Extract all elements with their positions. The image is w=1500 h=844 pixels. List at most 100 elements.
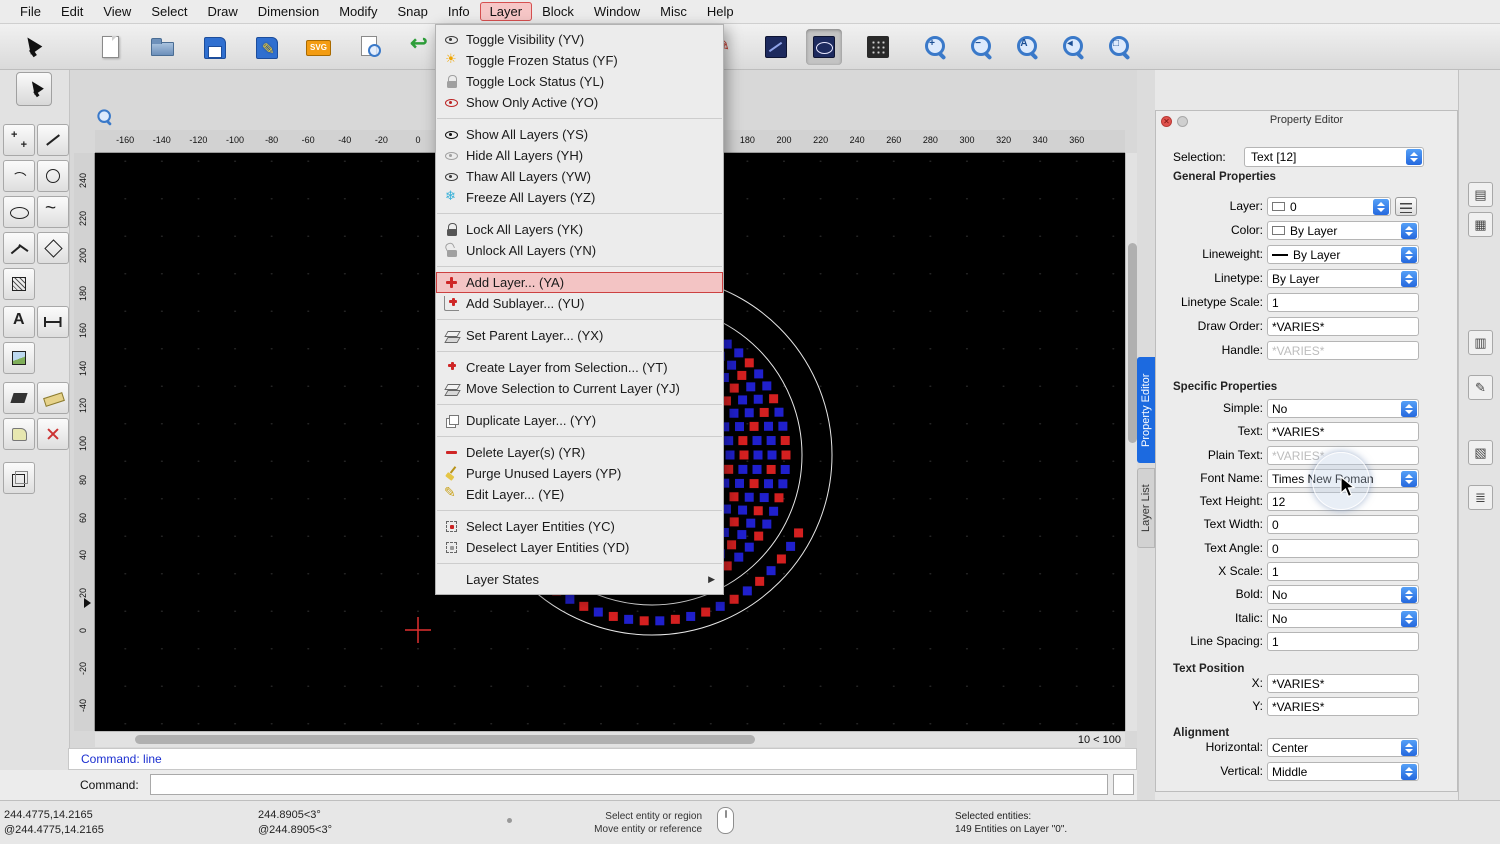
menu-item-layer-states[interactable]: Layer States▶	[436, 569, 723, 590]
menu-item-create-layer-from-selection-yt[interactable]: Create Layer from Selection... (YT)	[436, 357, 723, 378]
pointer-tool-button[interactable]	[16, 72, 52, 106]
property-field-y[interactable]: *VARIES*	[1267, 697, 1419, 716]
menu-item-move-selection-to-current-layer-yj[interactable]: Move Selection to Current Layer (YJ)	[436, 378, 723, 399]
selection-tool-button[interactable]	[12, 29, 48, 65]
horizontal-scrollbar-thumb[interactable]	[135, 735, 755, 744]
menubar-item-help[interactable]: Help	[697, 2, 744, 21]
menubar-item-view[interactable]: View	[93, 2, 141, 21]
text-tool-button[interactable]	[3, 306, 35, 338]
menubar-item-dimension[interactable]: Dimension	[248, 2, 329, 21]
property-field-line-spacing[interactable]: 1	[1267, 632, 1419, 651]
modify-tool-button[interactable]	[37, 418, 69, 450]
tab-layer-list[interactable]: Layer List	[1137, 468, 1155, 548]
shape-tool-button[interactable]	[3, 418, 35, 450]
menubar-item-block[interactable]: Block	[532, 2, 584, 21]
menu-item-select-layer-entities-yc[interactable]: Select Layer Entities (YC)	[436, 516, 723, 537]
property-field-x[interactable]: *VARIES*	[1267, 674, 1419, 693]
ruler-zoom-icon[interactable]	[96, 108, 114, 129]
menu-item-toggle-frozen-status-yf[interactable]: Toggle Frozen Status (YF)	[436, 50, 723, 71]
open-file-button[interactable]	[144, 29, 180, 65]
dimension-tool-button[interactable]	[37, 306, 69, 338]
menu-item-add-layer-ya[interactable]: Add Layer... (YA)	[436, 272, 723, 293]
panel-icon-grid[interactable]: ▦	[1468, 212, 1493, 237]
property-field-x-scale[interactable]: 1	[1267, 562, 1419, 581]
property-field-handle[interactable]: *VARIES*	[1267, 341, 1419, 360]
menubar-item-select[interactable]: Select	[141, 2, 197, 21]
stepper-icon[interactable]	[1401, 740, 1417, 756]
menu-item-delete-layer-s-yr[interactable]: Delete Layer(s) (YR)	[436, 442, 723, 463]
svg-export-button[interactable]	[300, 29, 336, 65]
menu-item-duplicate-layer-yy[interactable]: Duplicate Layer... (YY)	[436, 410, 723, 431]
polyline-tool-button[interactable]	[3, 232, 35, 264]
panel-icon-notes[interactable]: ▥	[1468, 330, 1493, 355]
property-field-text[interactable]: *VARIES*	[1267, 422, 1419, 441]
horizontal-scrollbar[interactable]: 10 < 100	[95, 731, 1125, 747]
menu-item-lock-all-layers-yk[interactable]: Lock All Layers (YK)	[436, 219, 723, 240]
zoom-in-button[interactable]: +	[918, 29, 954, 65]
property-field-vertical[interactable]: Middle	[1267, 762, 1419, 781]
command-input[interactable]	[150, 774, 1108, 795]
print-preview-button[interactable]	[352, 29, 388, 65]
stepper-icon[interactable]	[1401, 587, 1417, 603]
menu-item-freeze-all-layers-yz[interactable]: Freeze All Layers (YZ)	[436, 187, 723, 208]
property-field-layer[interactable]: 0	[1267, 197, 1391, 216]
line-tool-button[interactable]	[37, 124, 69, 156]
stepper-icon[interactable]	[1401, 471, 1417, 487]
property-field-text-angle[interactable]: 0	[1267, 539, 1419, 558]
stepper-icon[interactable]	[1401, 223, 1417, 239]
menubar-item-file[interactable]: File	[10, 2, 51, 21]
menubar-item-info[interactable]: Info	[438, 2, 480, 21]
menubar-item-modify[interactable]: Modify	[329, 2, 387, 21]
property-field-linetype-scale[interactable]: 1	[1267, 293, 1419, 312]
spline-tool-button[interactable]	[37, 196, 69, 228]
menu-item-purge-unused-layers-yp[interactable]: Purge Unused Layers (YP)	[436, 463, 723, 484]
measure-tool-button[interactable]	[37, 382, 69, 414]
property-field-draw-order[interactable]: *VARIES*	[1267, 317, 1419, 336]
menubar-item-edit[interactable]: Edit	[51, 2, 93, 21]
menu-item-hide-all-layers-yh[interactable]: Hide All Layers (YH)	[436, 145, 723, 166]
arc-tool-button[interactable]	[3, 160, 35, 192]
property-field-horizontal[interactable]: Center	[1267, 738, 1419, 757]
rectangle-mode-button[interactable]	[758, 29, 794, 65]
stepper-icon[interactable]	[1401, 611, 1417, 627]
hatch-tool-button[interactable]	[3, 268, 35, 300]
stepper-icon[interactable]	[1406, 149, 1422, 165]
menu-item-edit-layer-ye[interactable]: Edit Layer... (YE)	[436, 484, 723, 505]
circle-tool-button[interactable]	[37, 160, 69, 192]
layer-menu-button[interactable]	[1395, 197, 1417, 216]
menu-item-set-parent-layer-yx[interactable]: Set Parent Layer... (YX)	[436, 325, 723, 346]
save-button[interactable]	[196, 29, 232, 65]
stepper-icon[interactable]	[1401, 271, 1417, 287]
menu-item-add-sublayer-yu[interactable]: Add Sublayer... (YU)	[436, 293, 723, 314]
ellipse-tool-button[interactable]	[3, 196, 35, 228]
panel-icon-list[interactable]: ▤	[1468, 182, 1493, 207]
grid-toggle-button[interactable]	[860, 29, 896, 65]
stepper-icon[interactable]	[1401, 401, 1417, 417]
menu-item-show-only-active-yo[interactable]: Show Only Active (YO)	[436, 92, 723, 113]
selection-dropdown[interactable]: Text [12]	[1244, 147, 1424, 167]
property-field-text-width[interactable]: 0	[1267, 515, 1419, 534]
menubar-item-draw[interactable]: Draw	[197, 2, 247, 21]
panel-icon-pencil[interactable]: ✎	[1468, 375, 1493, 400]
command-options-button[interactable]	[1113, 774, 1134, 795]
menu-item-toggle-visibility-yv[interactable]: Toggle Visibility (YV)	[436, 29, 723, 50]
previous-view-button[interactable]: ◂	[1056, 29, 1092, 65]
panel-icon-layers[interactable]: ≣	[1468, 485, 1493, 510]
menu-item-deselect-layer-entities-yd[interactable]: Deselect Layer Entities (YD)	[436, 537, 723, 558]
property-field-linetype[interactable]: By Layer	[1267, 269, 1419, 288]
menu-item-show-all-layers-ys[interactable]: Show All Layers (YS)	[436, 124, 723, 145]
menu-item-unlock-all-layers-yn[interactable]: Unlock All Layers (YN)	[436, 240, 723, 261]
zoom-window-button[interactable]: □	[1102, 29, 1138, 65]
polygon-tool-button[interactable]	[37, 232, 69, 264]
image-tool-button[interactable]	[3, 342, 35, 374]
property-field-italic[interactable]: No	[1267, 609, 1419, 628]
save-as-button[interactable]	[248, 29, 284, 65]
property-field-bold[interactable]: No	[1267, 585, 1419, 604]
point-tool-button[interactable]	[3, 124, 35, 156]
property-field-color[interactable]: By Layer	[1267, 221, 1419, 240]
auto-zoom-button[interactable]: A	[1010, 29, 1046, 65]
menu-item-thaw-all-layers-yw[interactable]: Thaw All Layers (YW)	[436, 166, 723, 187]
ellipse-mode-button[interactable]	[806, 29, 842, 65]
box3d-tool-button[interactable]	[3, 462, 35, 494]
panel-icon-library[interactable]: ▧	[1468, 440, 1493, 465]
